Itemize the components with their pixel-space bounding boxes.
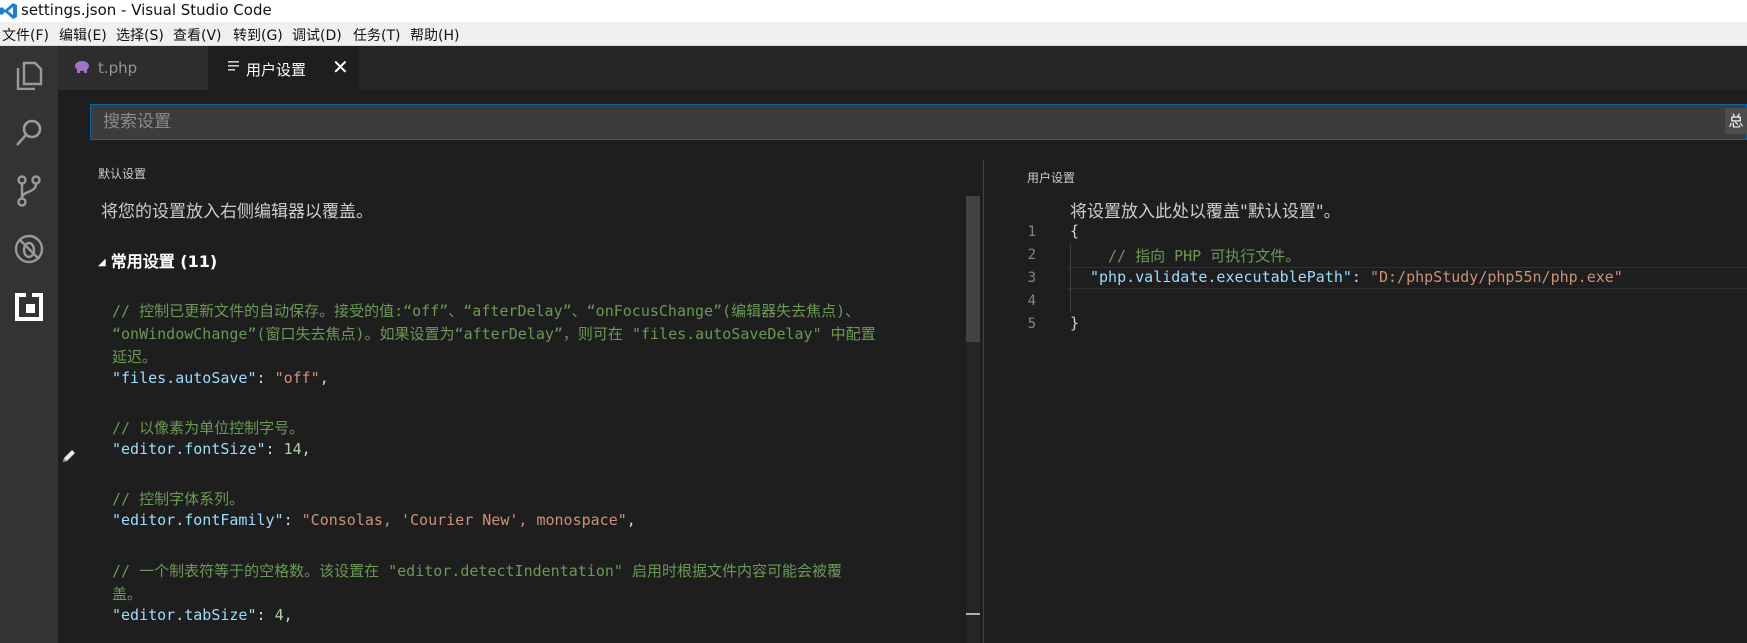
default-settings-header: 默认设置 [98, 167, 147, 181]
menu-view[interactable]: 查看(V) [173, 25, 222, 45]
setting-value: "Consolas, 'Courier New', monospace" [301, 511, 627, 529]
menu-tasks[interactable]: 任务(T) [353, 25, 400, 45]
search-icon[interactable] [0, 104, 58, 162]
menu-selection[interactable]: 选择(S) [116, 25, 164, 45]
debug-icon[interactable] [0, 220, 58, 278]
menu-help[interactable]: 帮助(H) [410, 25, 459, 45]
close-icon[interactable]: ✕ [332, 55, 349, 79]
setting-value: "D:/phpStudy/php55n/php.exe" [1369, 268, 1623, 286]
setting-key: "editor.tabSize" [112, 606, 257, 624]
comment-line: “onWindowChange”(窗口失去焦点)。如果设置为“afterDela… [112, 325, 876, 343]
window-title: settings.json - Visual Studio Code [21, 1, 272, 19]
setting-key: "php.validate.executablePath" [1090, 268, 1352, 286]
pane-divider[interactable] [983, 160, 984, 643]
search-input[interactable] [90, 104, 1747, 140]
setting-line-php-executablepath[interactable]: "php.validate.executablePath": "D:/phpSt… [1090, 268, 1623, 286]
group-title: 常用设置 (11) [110, 252, 218, 271]
tab-user-settings[interactable]: 用户设置 ✕ [208, 46, 358, 90]
tab-t-php[interactable]: t.php [58, 46, 208, 90]
explorer-icon[interactable] [0, 46, 58, 104]
setting-key: "editor.fontSize" [112, 440, 266, 458]
scrollbar-marker [966, 613, 980, 615]
line-number: 2 [1027, 247, 1036, 263]
indent-guide [1070, 244, 1071, 312]
line-number: 3 [1027, 270, 1036, 286]
vscode-logo-icon [0, 3, 17, 19]
activity-bar [0, 46, 58, 643]
code-brace-close[interactable]: } [1070, 314, 1079, 332]
setting-line-files-autosave[interactable]: "files.autoSave": "off", [112, 369, 329, 387]
settings-file-icon [228, 61, 239, 71]
comment-line: // 控制已更新文件的自动保存。接受的值:“off”、“afterDelay”、… [112, 302, 861, 320]
tab-bar: t.php 用户设置 ✕ [58, 46, 1747, 90]
comment-line: // 一个制表符等于的空格数。该设置在 "editor.detectIndent… [112, 562, 842, 580]
line-number: 1 [1027, 224, 1036, 240]
menu-go[interactable]: 转到(G) [233, 25, 283, 45]
line-number: 5 [1027, 316, 1036, 332]
comment-line: // 控制字体系列。 [112, 490, 245, 508]
php-elephant-icon [75, 61, 89, 73]
source-control-icon[interactable] [0, 162, 58, 220]
comment-line: 盖。 [112, 585, 143, 603]
tab-label: 用户设置 [246, 61, 307, 79]
setting-value: 14 [283, 440, 302, 458]
setting-line-editor-fontsize[interactable]: "editor.fontSize": 14, [112, 440, 311, 458]
setting-line-editor-fontfamily[interactable]: "editor.fontFamily": "Consolas, 'Courier… [112, 511, 636, 529]
code-brace-open[interactable]: { [1070, 222, 1079, 240]
scrollbar-thumb[interactable] [966, 196, 980, 342]
comment-line: 延迟。 [112, 348, 158, 366]
menu-file[interactable]: 文件(F) [2, 25, 49, 45]
menu-bar: 文件(F) 编辑(E) 选择(S) 查看(V) 转到(G) 调试(D) 任务(T… [0, 22, 1747, 46]
menu-edit[interactable]: 编辑(E) [59, 25, 107, 45]
setting-key: "editor.fontFamily" [112, 511, 284, 529]
setting-value: 4 [274, 606, 284, 624]
menu-debug[interactable]: 调试(D) [292, 25, 342, 45]
edit-pencil-icon[interactable] [60, 447, 78, 465]
line-number: 4 [1027, 293, 1036, 309]
collapse-arrow-icon: ◢ [98, 257, 106, 268]
setting-line-editor-tabsize[interactable]: "editor.tabSize": 4, [112, 606, 293, 624]
comment-line: // 以像素为单位控制字号。 [112, 419, 305, 437]
title-bar: settings.json - Visual Studio Code [0, 0, 1747, 22]
settings-search [90, 104, 1747, 140]
comment-line[interactable]: // 指向 PHP 可执行文件。 [1108, 245, 1300, 266]
user-settings-description: 将设置放入此处以覆盖"默认设置"。 [1070, 202, 1341, 222]
user-settings-header: 用户设置 [1027, 171, 1076, 185]
group-common-settings[interactable]: ◢ 常用设置 (11) [98, 248, 217, 272]
default-settings-description: 将您的设置放入右侧编辑器以覆盖。 [101, 202, 373, 222]
extensions-icon[interactable] [0, 278, 58, 336]
search-result-badge: 总 [1725, 108, 1747, 134]
setting-value: "off" [274, 369, 320, 387]
tab-label: t.php [98, 59, 138, 77]
setting-key: "files.autoSave" [112, 369, 257, 387]
